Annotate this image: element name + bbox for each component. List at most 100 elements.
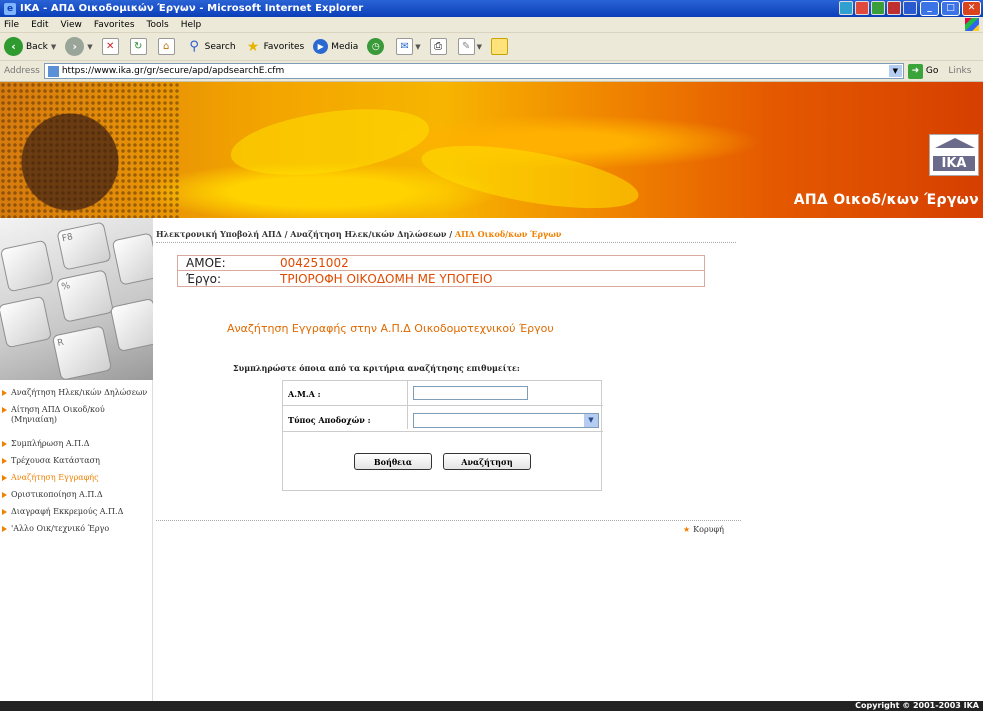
- search-button[interactable]: ⚲ Search: [186, 38, 236, 55]
- project-info-box: ΑΜΟΕ: 004251002 Έργο: ΤΡΙΟΡΟΦΗ ΟΙΚΟΔΟΜΗ …: [177, 255, 705, 287]
- star-icon: ★: [246, 38, 260, 55]
- menu-help[interactable]: Help: [181, 20, 202, 30]
- search-submit-button[interactable]: Αναζήτηση: [443, 453, 531, 470]
- address-url: https://www.ika.gr/gr/secure/apd/apdsear…: [61, 66, 285, 76]
- edit-icon: ✎: [457, 38, 475, 55]
- refresh-icon: ↻: [129, 38, 147, 55]
- refresh-button[interactable]: ↻: [129, 38, 149, 55]
- breadcrumb-current: ΑΠΔ Οικοδ/κων Έργων: [454, 229, 562, 239]
- folder-button[interactable]: [491, 38, 510, 55]
- tray-icons: [839, 1, 917, 15]
- stop-button[interactable]: ✕: [101, 38, 121, 55]
- tray-icon-1[interactable]: [839, 1, 853, 15]
- divider: [283, 405, 603, 406]
- print-icon: ⎙: [429, 38, 447, 55]
- menu-file[interactable]: File: [4, 20, 19, 30]
- sidebar-item-search-declarations[interactable]: Αναζήτηση Ηλεκ/ικών Δηλώσεων: [0, 388, 153, 398]
- page-icon: [47, 65, 59, 77]
- address-input[interactable]: https://www.ika.gr/gr/secure/apd/apdsear…: [43, 63, 904, 79]
- mail-icon: ✉: [396, 38, 414, 55]
- menu-view[interactable]: View: [61, 20, 82, 30]
- info-row-ergo: Έργο: ΤΡΙΟΡΟΦΗ ΟΙΚΟΔΟΜΗ ΜΕ ΥΠΟΓΕΙΟ: [178, 271, 704, 286]
- address-bar: Address https://www.ika.gr/gr/secure/apd…: [0, 61, 983, 82]
- keyboard-key: F8: [56, 221, 112, 271]
- ika-logo: IKA: [929, 134, 979, 176]
- minimize-button[interactable]: _: [920, 1, 939, 16]
- ama-input[interactable]: [413, 386, 528, 400]
- chevron-down-icon[interactable]: ▼: [87, 43, 92, 51]
- divider: [156, 520, 741, 521]
- breadcrumb-path[interactable]: Ηλεκτρονική Υποβολή ΑΠΔ / Αναζήτηση Ηλεκ…: [156, 229, 455, 239]
- sidebar-item-label: Οριστικοποίηση Α.Π.Δ: [11, 490, 103, 499]
- maximize-button[interactable]: □: [941, 1, 960, 16]
- chevron-down-icon[interactable]: ▼: [51, 43, 56, 51]
- search-icon: ⚲: [189, 39, 199, 54]
- chevron-down-icon[interactable]: ▼: [477, 43, 482, 51]
- chevron-down-icon[interactable]: ▼: [584, 414, 598, 427]
- header-banner: IKA ΑΠΔ Οικοδ/κων Έργων: [0, 82, 983, 218]
- banner-title: ΑΠΔ Οικοδ/κων Έργων: [793, 192, 979, 208]
- tray-icon-3[interactable]: [871, 1, 885, 15]
- go-arrow-icon: ➜: [907, 63, 923, 79]
- top-link[interactable]: ★ Κορυφή: [683, 525, 724, 534]
- browser-toolbar: ‹ Back ▼ › ▼ ✕ ↻ ⌂ ⚲ Search ★ Favorites …: [0, 33, 983, 61]
- tray-icon-5[interactable]: [903, 1, 917, 15]
- sidebar-item-request-apd[interactable]: Αίτηση ΑΠΔ Οικοδ/κού (Μηνιαίαη): [0, 405, 153, 425]
- mail-button[interactable]: ✉ ▼: [396, 38, 421, 55]
- menu-tools[interactable]: Tools: [147, 20, 169, 30]
- forward-button[interactable]: › ▼: [65, 37, 93, 56]
- sidebar-nav: Αναζήτηση Ηλεκ/ικών Δηλώσεων Αίτηση ΑΠΔ …: [0, 388, 153, 541]
- keyboard-key: %: [55, 269, 115, 323]
- edit-button[interactable]: ✎ ▼: [457, 38, 482, 55]
- address-label: Address: [4, 66, 40, 76]
- keyboard-image: F8 % R: [0, 218, 153, 380]
- window-title: IKA - ΑΠΔ Οικοδομικών Έργων - Microsoft …: [20, 3, 364, 14]
- divider: [156, 242, 736, 243]
- favorites-button[interactable]: ★ Favorites: [245, 38, 304, 55]
- go-button[interactable]: ➜ Go: [907, 63, 939, 79]
- go-label: Go: [925, 66, 939, 76]
- keyboard-key: [0, 295, 53, 349]
- home-button[interactable]: ⌂: [157, 38, 177, 55]
- home-icon: ⌂: [157, 38, 175, 55]
- sidebar-item-other-project[interactable]: 'Αλλο Οικ/τεχνικό Έργο: [0, 524, 153, 534]
- back-arrow-icon: ‹: [4, 37, 23, 56]
- arrow-bullet-icon: [2, 475, 7, 481]
- tray-icon-4[interactable]: [887, 1, 901, 15]
- help-button[interactable]: Βοήθεια: [354, 453, 432, 470]
- sidebar-item-current-status[interactable]: Τρέχουσα Κατάσταση: [0, 456, 153, 466]
- ie-icon: e: [4, 2, 16, 15]
- breadcrumb: Ηλεκτρονική Υποβολή ΑΠΔ / Αναζήτηση Ηλεκ…: [156, 229, 561, 239]
- arrow-bullet-icon: [2, 458, 7, 464]
- sidebar-item-search-entry[interactable]: Αναζήτηση Εγγραφής: [0, 473, 153, 483]
- history-button[interactable]: ◷: [367, 38, 387, 55]
- close-button[interactable]: ✕: [962, 1, 981, 16]
- media-icon: ▶: [313, 39, 329, 54]
- keyboard-key: [109, 297, 153, 353]
- page-heading: Αναζήτηση Εγγραφής στην Α.Π.Δ Οικοδομοτε…: [227, 322, 554, 335]
- back-button[interactable]: ‹ Back ▼: [4, 37, 56, 56]
- chevron-down-icon[interactable]: ▼: [888, 65, 902, 77]
- sidebar-item-label: Αίτηση ΑΠΔ Οικοδ/κού (Μηνιαίαη): [11, 405, 105, 424]
- petal-shape: [226, 98, 434, 186]
- apodoxes-label: Τύπος Αποδοχών :: [288, 415, 371, 425]
- links-button[interactable]: Links: [948, 66, 971, 76]
- search-form: Α.Μ.Α : Τύπος Αποδοχών : ▼ Βοήθεια Αναζή…: [282, 380, 603, 491]
- main-content: Ηλεκτρονική Υποβολή ΑΠΔ / Αναζήτηση Ηλεκ…: [153, 218, 983, 701]
- sidebar-item-complete-apd[interactable]: Συμπλήρωση Α.Π.Δ: [0, 439, 153, 449]
- chevron-down-icon[interactable]: ▼: [415, 43, 420, 51]
- sidebar-item-delete-pending[interactable]: Διαγραφή Εκκρεμούς Α.Π.Δ: [0, 507, 153, 517]
- tray-icon-2[interactable]: [855, 1, 869, 15]
- menu-bar: File Edit View Favorites Tools Help: [0, 17, 983, 33]
- search-label: Search: [204, 41, 236, 52]
- logo-roof-icon: [935, 138, 975, 148]
- form-instructions: Συμπληρώστε όποια από τα κριτήρια αναζήτ…: [233, 363, 520, 373]
- menu-favorites[interactable]: Favorites: [94, 20, 135, 30]
- arrow-bullet-icon: [2, 526, 7, 532]
- print-button[interactable]: ⎙: [429, 38, 449, 55]
- divider: [407, 381, 408, 429]
- menu-edit[interactable]: Edit: [31, 20, 48, 30]
- media-button[interactable]: ▶ Media: [313, 39, 358, 54]
- apodoxes-select[interactable]: ▼: [413, 413, 599, 428]
- sidebar-item-finalize-apd[interactable]: Οριστικοποίηση Α.Π.Δ: [0, 490, 153, 500]
